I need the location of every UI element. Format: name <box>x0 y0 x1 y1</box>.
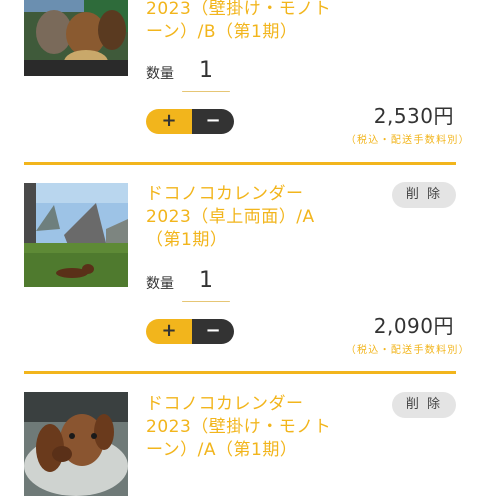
item-price: 2,530円 <box>373 104 454 128</box>
price-note: （税込・配送手数料別） <box>345 135 470 146</box>
item-divider <box>24 371 456 374</box>
quantity-stepper: + − <box>146 319 234 344</box>
quantity-underline <box>182 301 230 302</box>
item-thumbnail[interactable] <box>24 183 128 287</box>
delete-button[interactable]: 削 除 <box>392 392 456 418</box>
item-title[interactable]: ドコノコカレンダー 2023（卓上両面）/A （第1期） <box>146 183 376 252</box>
dachshund-basket-photo-icon <box>24 392 128 496</box>
item-divider <box>24 162 456 165</box>
decrease-button[interactable]: − <box>192 319 234 344</box>
decrease-button[interactable]: − <box>192 109 234 134</box>
dog-lawn-photo-icon <box>24 183 128 287</box>
increase-button[interactable]: + <box>146 319 192 344</box>
quantity-value[interactable]: 1 <box>182 58 230 83</box>
quantity-label: 数量 <box>146 276 174 292</box>
quantity-value[interactable]: 1 <box>182 268 230 293</box>
price-note: （税込・配送手数料別） <box>345 345 470 356</box>
item-price: 2,090円 <box>373 314 454 338</box>
increase-button[interactable]: + <box>146 109 192 134</box>
item-thumbnail[interactable] <box>24 0 128 76</box>
item-title[interactable]: ドコノコカレンダー 2023（壁掛け・モノト ーン）/A（第1期） <box>146 393 376 462</box>
delete-button[interactable]: 削 除 <box>392 182 456 208</box>
quantity-underline <box>182 91 230 92</box>
dogs-car-photo-icon <box>24 0 128 76</box>
item-title[interactable]: 2023（壁掛け・モノト ーン）/B（第1期） <box>146 0 376 44</box>
quantity-label: 数量 <box>146 66 174 82</box>
item-thumbnail[interactable] <box>24 392 128 496</box>
quantity-stepper: + − <box>146 109 234 134</box>
